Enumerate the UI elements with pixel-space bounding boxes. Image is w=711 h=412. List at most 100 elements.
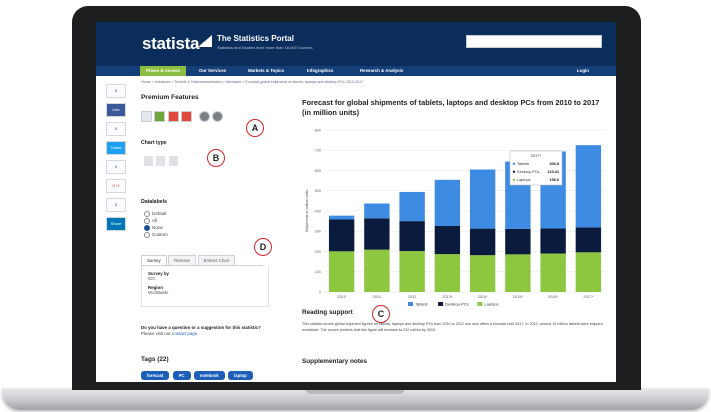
tags-title: Tags (22) bbox=[141, 356, 169, 363]
tooltip-row-value: 406.8 bbox=[549, 162, 559, 166]
x-tick-label: 2017* bbox=[583, 295, 593, 299]
datalabels-options: Default All None Custom bbox=[144, 210, 168, 238]
bar-laptops bbox=[540, 253, 566, 292]
pdf-export-icon[interactable] bbox=[167, 111, 179, 122]
png-export-icon[interactable] bbox=[154, 111, 166, 122]
tag-forecast[interactable]: forecast bbox=[141, 371, 170, 380]
x-tick-label: 2013* bbox=[442, 295, 452, 299]
table-icon[interactable] bbox=[168, 156, 178, 166]
x-tick-label: 2011 bbox=[373, 295, 381, 299]
bar-desktop-pcs bbox=[505, 228, 531, 255]
region-value: Worldwide bbox=[148, 290, 169, 295]
tooltip-dot bbox=[512, 170, 516, 173]
statista-logo[interactable]: statista bbox=[142, 34, 199, 54]
info-tabs: Survey Release Embed Chart bbox=[141, 255, 263, 266]
tab-embed-chart[interactable]: Embed Chart bbox=[197, 255, 236, 265]
y-tick-label: 300 bbox=[315, 230, 321, 234]
nav-research-analysis[interactable]: Research & Analysis bbox=[360, 68, 403, 73]
tooltip-row-value: 123.01 bbox=[547, 170, 559, 174]
marker-b: B bbox=[207, 149, 225, 167]
tooltip-row-label: Tablets bbox=[517, 162, 529, 166]
chart-title: Forecast for global shipments of tablets… bbox=[302, 98, 600, 117]
bar-desktop-pcs bbox=[364, 218, 390, 250]
bar-desktop-pcs bbox=[469, 228, 496, 256]
xls-export-icon[interactable] bbox=[141, 111, 152, 122]
twitter-count: 0 bbox=[106, 122, 126, 136]
bar-tablets bbox=[434, 179, 461, 226]
portal-subtitle: Statistics and Studies from more than 18… bbox=[217, 45, 313, 50]
line-chart-icon[interactable] bbox=[156, 156, 166, 166]
bar-desktop-pcs bbox=[575, 227, 602, 253]
bar-chart-icon[interactable] bbox=[144, 156, 153, 166]
bar-laptops bbox=[434, 254, 461, 292]
laptop-screen: statista The Statistics Portal Statistic… bbox=[96, 22, 616, 382]
y-axis-label: Shipments in million units bbox=[305, 189, 309, 232]
google-plus-button[interactable]: G+1 bbox=[106, 179, 126, 193]
bar-desktop-pcs bbox=[434, 225, 461, 255]
google-plus-count: 0 bbox=[106, 160, 126, 174]
bar-tablets bbox=[364, 203, 390, 219]
contact-page-link[interactable]: contact page. bbox=[172, 331, 198, 336]
tag-notebook[interactable]: notebook bbox=[193, 371, 225, 380]
x-tick-label: 2014* bbox=[478, 295, 488, 299]
premium-features-title: Premium Features bbox=[141, 94, 199, 101]
datalabel-custom[interactable]: Custom bbox=[144, 231, 168, 238]
nav-prices-access[interactable]: Prices & Access bbox=[140, 66, 187, 76]
datalabel-all[interactable]: All bbox=[144, 217, 168, 224]
shipments-chart: 0 100 200 300 400 500 600 700 800 Shipments in mi… bbox=[305, 128, 606, 307]
y-tick-label: 200 bbox=[315, 250, 321, 254]
marker-d: D bbox=[254, 238, 272, 256]
facebook-like-button[interactable]: Like bbox=[106, 103, 126, 117]
reading-support-text: This statistic shows global shipment fig… bbox=[302, 322, 603, 332]
tag-laptop[interactable]: laptop bbox=[228, 371, 253, 380]
x-tick-label: 2010 bbox=[337, 295, 345, 299]
linkedin-share-button[interactable]: Share bbox=[106, 217, 126, 231]
legend-label: Laptops bbox=[484, 302, 498, 307]
supplementary-notes-title: Supplementary notes bbox=[302, 358, 367, 365]
ppt-export-icon[interactable] bbox=[181, 111, 193, 122]
x-tick-label: 2016* bbox=[548, 295, 558, 299]
radio-icon bbox=[144, 231, 150, 238]
nav-infographics[interactable]: Infographics bbox=[307, 68, 333, 73]
bar-laptops bbox=[575, 252, 602, 292]
tweet-button[interactable]: Tweet bbox=[106, 141, 126, 155]
bar-desktop-pcs bbox=[399, 221, 425, 252]
datalabel-default[interactable]: Default bbox=[144, 210, 168, 217]
y-tick-label: 100 bbox=[315, 270, 321, 274]
y-tick-label: 500 bbox=[315, 189, 321, 193]
bar-laptops bbox=[505, 254, 531, 292]
bar-tablets bbox=[328, 215, 355, 220]
y-tick-label: 0 bbox=[319, 290, 321, 294]
bar-tablets bbox=[469, 169, 496, 229]
info-icon[interactable] bbox=[211, 111, 223, 122]
settings-icon[interactable] bbox=[198, 111, 210, 122]
nav-our-services[interactable]: Our Services bbox=[199, 68, 226, 73]
marker-c: C bbox=[372, 305, 390, 323]
legend-swatch bbox=[408, 302, 413, 306]
x-tick-label: 2012 bbox=[408, 295, 416, 299]
legend-swatch bbox=[477, 302, 483, 306]
breadcrumb[interactable]: Home > Industries > Technik & Telekommun… bbox=[141, 80, 363, 84]
search-input[interactable] bbox=[466, 35, 602, 48]
bar-tablets bbox=[399, 191, 425, 222]
survey-tab-content: Survey by IDC Region Worldwide bbox=[141, 266, 269, 307]
linkedin-count: 0 bbox=[106, 198, 126, 212]
tab-release[interactable]: Release bbox=[168, 255, 197, 265]
tag-pc[interactable]: PC bbox=[172, 371, 191, 380]
tag-list: forecast PC notebook laptop bbox=[141, 371, 281, 382]
bar-laptops bbox=[328, 251, 355, 292]
marker-a: A bbox=[246, 119, 264, 137]
question-subtext: Please visit our bbox=[141, 331, 171, 336]
portal-title: The Statistics Portal bbox=[217, 34, 294, 43]
tab-survey[interactable]: Survey bbox=[141, 255, 167, 265]
facebook-count: 0 bbox=[106, 84, 126, 98]
bar-tablets bbox=[575, 145, 602, 228]
nav-markets-topics[interactable]: Markets & Topics bbox=[248, 68, 284, 73]
tooltip-title: 2017* bbox=[531, 153, 542, 158]
datalabel-none[interactable]: None bbox=[144, 224, 168, 231]
datalabels-title: Datalabels bbox=[141, 199, 167, 205]
chart-type-selector bbox=[144, 156, 180, 168]
nav-login[interactable]: Login bbox=[577, 68, 589, 73]
x-tick-label: 2015* bbox=[513, 295, 523, 299]
radio-icon bbox=[144, 210, 150, 217]
